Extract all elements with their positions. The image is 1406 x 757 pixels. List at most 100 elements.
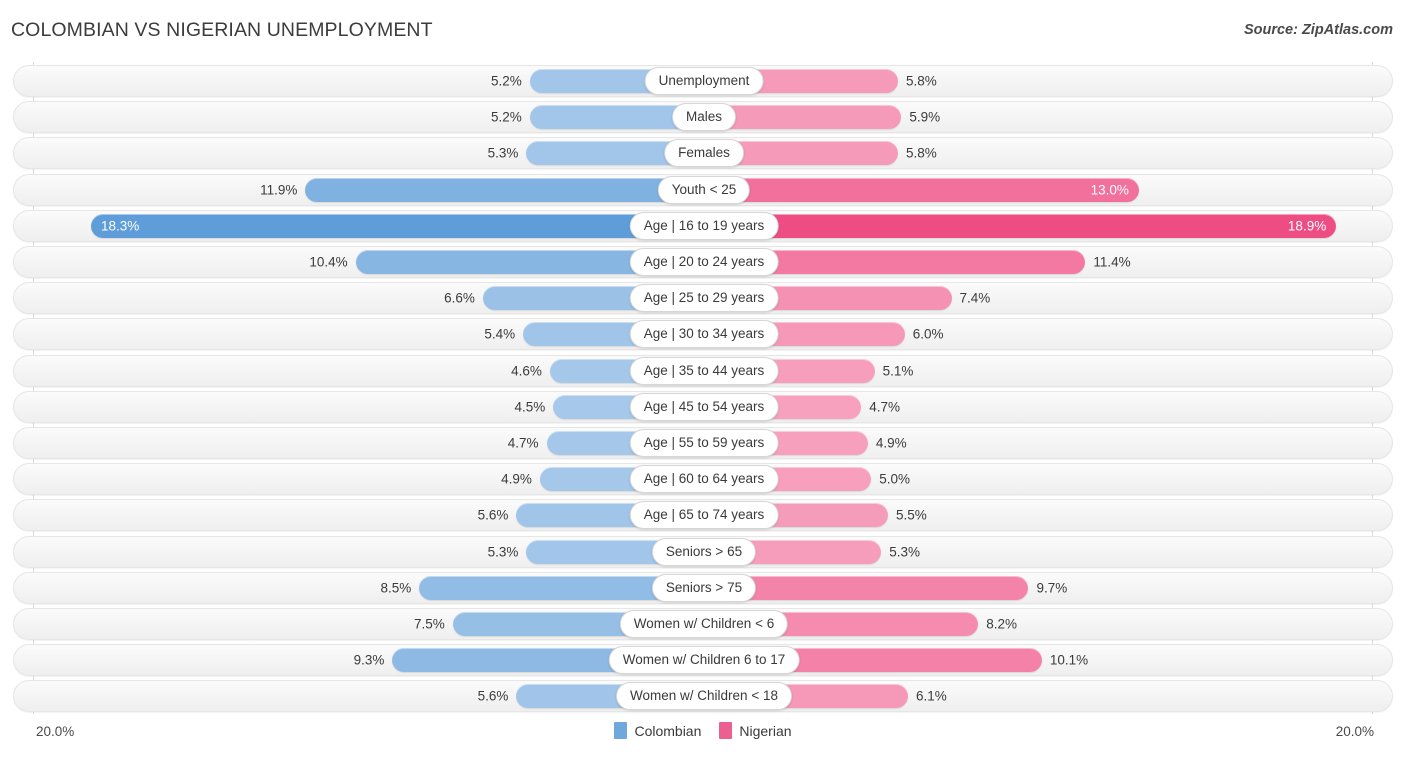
bar-value-colombian: 7.5% xyxy=(413,616,445,632)
bar-value-nigerian: 8.2% xyxy=(986,616,1018,632)
table-row: 5.6% 5.5% Age | 65 to 74 years xyxy=(13,499,1393,532)
row-bars: 5.6% 6.1% Women w/ Children < 18 xyxy=(14,681,1392,711)
bar-value-nigerian: 5.5% xyxy=(895,507,927,523)
bar-value-colombian: 5.3% xyxy=(487,145,519,161)
legend-label: Colombian xyxy=(634,722,702,739)
bar-value-nigerian: 5.8% xyxy=(906,145,937,161)
table-row: 4.5% 4.7% Age | 45 to 54 years xyxy=(13,390,1393,423)
bar-nigerian xyxy=(704,213,1337,238)
category-label: Seniors > 65 xyxy=(651,537,757,566)
table-row: 5.3% 5.3% Seniors > 65 xyxy=(13,535,1393,568)
bar-value-nigerian: 6.0% xyxy=(912,326,944,342)
legend-item-nigerian[interactable]: Nigerian xyxy=(719,722,792,739)
table-row: 4.7% 4.9% Age | 55 to 59 years xyxy=(13,427,1393,459)
legend-label: Nigerian xyxy=(739,722,792,739)
legend-swatch-icon xyxy=(614,722,628,739)
row-bars: 4.5% 4.7% Age | 45 to 54 years xyxy=(14,392,1392,422)
bar-value-nigerian: 5.1% xyxy=(882,363,914,379)
legend-swatch-icon xyxy=(719,722,733,739)
row-bars: 5.2% 5.8% Unemployment xyxy=(14,66,1392,96)
bar-value-colombian: 5.3% xyxy=(487,544,519,560)
row-bars: 4.6% 5.1% Age | 35 to 44 years xyxy=(14,356,1392,386)
row-bars: 5.2% 5.9% Males xyxy=(14,102,1392,132)
source-attribution: Source: ZipAtlas.com xyxy=(1243,22,1393,38)
row-bars: 7.5% 8.2% Women w/ Children < 6 xyxy=(14,609,1392,639)
row-bars: 11.9% 13.0% Youth < 25 xyxy=(14,175,1392,205)
category-label: Age | 60 to 64 years xyxy=(629,465,779,494)
category-label: Age | 16 to 19 years xyxy=(629,211,779,240)
bar-colombian xyxy=(305,177,704,202)
bar-value-nigerian: 10.1% xyxy=(1049,652,1089,668)
table-row: 5.6% 6.1% Women w/ Children < 18 xyxy=(13,680,1393,713)
bar-value-colombian: 5.4% xyxy=(484,326,516,342)
bar-value-nigerian: 5.0% xyxy=(879,471,911,487)
bar-value-colombian: 5.2% xyxy=(491,73,522,89)
bar-value-colombian: 8.5% xyxy=(380,580,412,596)
category-label: Age | 30 to 34 years xyxy=(629,320,779,349)
row-bars: 6.6% 7.4% Age | 25 to 29 years xyxy=(14,283,1392,313)
category-label: Age | 45 to 54 years xyxy=(629,392,779,421)
category-label: Age | 35 to 44 years xyxy=(629,356,779,385)
bar-value-nigerian: 18.9% xyxy=(1287,218,1327,234)
bar-value-colombian: 10.4% xyxy=(309,254,348,270)
table-row: 5.4% 6.0% Age | 30 to 34 years xyxy=(13,318,1393,351)
row-bars: 5.4% 6.0% Age | 30 to 34 years xyxy=(14,319,1392,349)
bar-value-colombian: 9.3% xyxy=(353,652,385,668)
bar-value-colombian: 18.3% xyxy=(100,218,140,234)
bar-value-colombian: 11.9% xyxy=(260,182,298,198)
row-bars: 4.9% 5.0% Age | 60 to 64 years xyxy=(14,464,1392,494)
category-label: Females xyxy=(664,139,744,168)
bar-value-colombian: 6.6% xyxy=(444,290,475,306)
bar-value-nigerian: 4.7% xyxy=(869,399,900,415)
category-label: Unemployment xyxy=(644,67,764,95)
chart-legend: Colombian Nigerian xyxy=(0,722,1406,739)
bar-nigerian xyxy=(704,177,1139,202)
category-label: Age | 25 to 29 years xyxy=(629,284,779,313)
chart-plot-area: 5.2% 5.8% Unemployment 5.2% 5.9% Males 5.3% 5.8… xyxy=(0,62,1406,714)
category-label: Age | 20 to 24 years xyxy=(629,248,779,276)
table-row: 6.6% 7.4% Age | 25 to 29 years xyxy=(13,282,1393,315)
bar-colombian xyxy=(90,213,704,238)
page-title: COLOMBIAN VS NIGERIAN UNEMPLOYMENT xyxy=(11,19,433,41)
category-label: Age | 65 to 74 years xyxy=(629,501,779,530)
table-row: 8.5% 9.7% Seniors > 75 xyxy=(13,571,1393,604)
legend-item-colombian[interactable]: Colombian xyxy=(614,722,701,739)
bar-value-nigerian: 13.0% xyxy=(1090,182,1129,198)
bar-value-nigerian: 5.8% xyxy=(906,73,937,89)
bar-value-nigerian: 5.9% xyxy=(909,109,941,125)
table-row: 10.4% 11.4% Age | 20 to 24 years xyxy=(13,246,1393,278)
table-row: 11.9% 13.0% Youth < 25 xyxy=(13,173,1393,206)
bar-value-colombian: 4.5% xyxy=(514,399,546,415)
table-row: 4.6% 5.1% Age | 35 to 44 years xyxy=(13,354,1393,387)
row-bars: 10.4% 11.4% Age | 20 to 24 years xyxy=(14,247,1392,277)
bar-value-nigerian: 9.7% xyxy=(1036,580,1068,596)
row-bars: 9.3% 10.1% Women w/ Children 6 to 17 xyxy=(14,645,1392,675)
table-row: 4.9% 5.0% Age | 60 to 64 years xyxy=(13,463,1393,496)
bar-value-nigerian: 11.4% xyxy=(1093,254,1131,270)
row-bars: 8.5% 9.7% Seniors > 75 xyxy=(14,573,1392,603)
bar-value-nigerian: 5.3% xyxy=(889,544,921,560)
bar-value-nigerian: 4.9% xyxy=(875,435,907,451)
category-label: Women w/ Children < 6 xyxy=(619,610,789,638)
category-label: Youth < 25 xyxy=(657,175,751,204)
table-row: 18.3% 18.9% Age | 16 to 19 years xyxy=(13,209,1393,242)
row-bars: 5.3% 5.8% Females xyxy=(14,138,1392,168)
row-bars: 5.3% 5.3% Seniors > 65 xyxy=(14,537,1392,567)
bar-value-colombian: 4.7% xyxy=(507,435,539,451)
row-bars: 18.3% 18.9% Age | 16 to 19 years xyxy=(14,211,1392,241)
category-label: Males xyxy=(671,103,737,132)
table-row: 5.2% 5.8% Unemployment xyxy=(13,65,1393,97)
table-row: 9.3% 10.1% Women w/ Children 6 to 17 xyxy=(13,644,1393,677)
bar-value-colombian: 4.6% xyxy=(511,363,542,379)
row-bars: 4.7% 4.9% Age | 55 to 59 years xyxy=(14,428,1392,458)
category-label: Women w/ Children < 18 xyxy=(616,682,792,711)
category-label: Seniors > 75 xyxy=(651,573,757,602)
bar-value-colombian: 5.2% xyxy=(491,109,522,125)
chart-page: COLOMBIAN VS NIGERIAN UNEMPLOYMENT Sourc… xyxy=(0,0,1406,757)
bar-value-nigerian: 6.1% xyxy=(916,688,947,704)
table-row: 7.5% 8.2% Women w/ Children < 6 xyxy=(13,608,1393,640)
category-label: Age | 55 to 59 years xyxy=(629,429,779,457)
bar-value-colombian: 4.9% xyxy=(501,471,532,487)
table-row: 5.2% 5.9% Males xyxy=(13,101,1393,134)
bar-value-nigerian: 7.4% xyxy=(959,290,991,306)
